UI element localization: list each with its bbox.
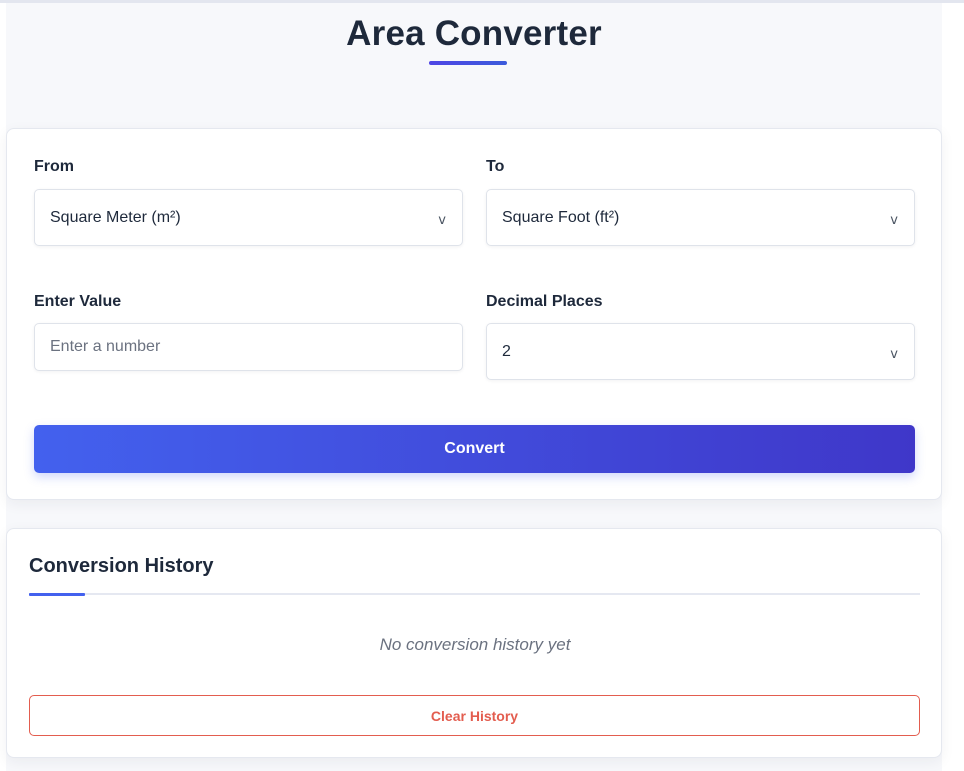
value-input-placeholder: Enter a number [50,338,161,355]
convert-button[interactable]: Convert [34,425,915,473]
value-input[interactable]: Enter a number [34,323,463,371]
history-title: Conversion History [29,555,214,577]
chevron-down-icon: v [890,212,898,228]
history-card: Conversion History No conversion history… [6,528,942,758]
converter-card: From Square Meter (m²) v To Square Foot … [6,128,942,500]
from-unit-value: Square Meter (m²) [50,208,181,226]
history-divider [29,593,920,595]
from-label: From [34,158,74,175]
decimals-value: 2 [502,342,511,360]
page-title: Area Converter [346,14,602,53]
to-unit-value: Square Foot (ft²) [502,208,620,226]
chevron-down-icon: v [438,212,446,228]
page-header: Area Converter [6,10,942,58]
from-unit-select[interactable]: Square Meter (m²) v [34,189,463,246]
value-label: Enter Value [34,293,122,310]
to-label: To [486,158,505,175]
history-empty-message: No conversion history yet [379,635,571,654]
decimals-select[interactable]: 2 v [486,323,915,380]
title-underline [429,61,507,65]
history-divider-accent [29,593,85,596]
to-unit-select[interactable]: Square Foot (ft²) v [486,189,915,246]
clear-history-button[interactable]: Clear History [29,695,920,736]
chevron-down-icon: v [890,346,898,362]
decimals-label: Decimal Places [486,293,603,310]
